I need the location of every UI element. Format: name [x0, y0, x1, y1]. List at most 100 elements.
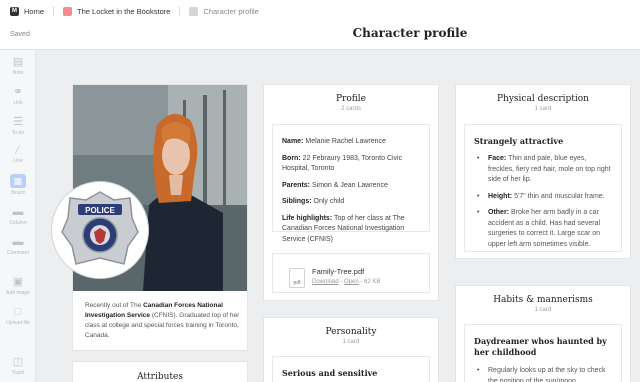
physical-column[interactable]: Physical description 1 card Strangely at…	[456, 85, 630, 258]
personality-heading: Serious and sensitive	[282, 368, 378, 378]
tool-line-label: Line	[13, 158, 23, 164]
link-icon: ⚭	[13, 86, 23, 98]
item-value: 5'7" thin and muscular frame.	[514, 192, 605, 200]
trash-icon: ◫	[12, 356, 24, 368]
physical-card[interactable]: Strangely attractive Face: Thin and pale…	[464, 124, 622, 252]
breadcrumb-page-label: Character profile	[203, 6, 259, 16]
profile-count: 2 cards	[341, 106, 361, 112]
field-value: Melanie Rachel Lawrence	[305, 138, 386, 145]
police-badge-art: POLICE	[61, 191, 139, 265]
home-icon: M	[10, 6, 19, 16]
tool-upload-file-label: Upload file	[6, 320, 30, 326]
todo-icon: ☰	[13, 116, 23, 128]
list-item: Regularly looks up at the sky to check t…	[474, 366, 612, 382]
item-label: Height:	[488, 192, 513, 200]
tool-trash-label: Trash	[11, 370, 25, 376]
tool-line[interactable]: ∕ Line	[0, 144, 36, 164]
profile-title: Profile	[336, 94, 366, 104]
column-icon: ▬	[12, 206, 24, 218]
habits-card[interactable]: Daydreamer whos haunted by her childhood…	[464, 324, 622, 382]
field-label: Siblings:	[282, 198, 312, 205]
field-value: Only child	[313, 198, 345, 205]
board-color-icon	[63, 6, 73, 16]
habits-title: Habits & mannerisms	[493, 295, 593, 305]
profile-card[interactable]: Name: Melanie Rachel Lawrence Born: 22 F…	[272, 124, 430, 243]
list-item: Other: Broke her arm badly in a car acci…	[474, 208, 612, 250]
upload-icon: □	[14, 306, 22, 318]
caption-text: Recently out of The	[85, 302, 144, 309]
tool-column[interactable]: ▬ Column	[0, 206, 36, 226]
personality-title: Personality	[325, 327, 377, 337]
list-item: Height: 5'7" thin and muscular frame.	[474, 192, 612, 203]
breadcrumb-divider	[179, 6, 181, 16]
tool-link[interactable]: ⚭ Link	[0, 86, 36, 106]
item-label: Other:	[488, 209, 509, 216]
habits-heading: Daydreamer whos haunted by her childhood	[474, 336, 607, 357]
breadcrumb-divider	[53, 6, 55, 16]
tool-comment[interactable]: ▬ Comment	[0, 236, 36, 256]
physical-list: Face: Thin and pale, blue eyes, freckles…	[474, 154, 612, 250]
tool-note[interactable]: ▤ Note	[0, 56, 36, 76]
tool-add-image[interactable]: ▣ Add image	[0, 276, 36, 296]
habits-list: Regularly looks up at the sky to check t…	[474, 366, 612, 382]
file-size: - 62 KB	[358, 279, 381, 285]
field-life-highlights: Life highlights: Top of her class at The…	[282, 214, 420, 246]
item-value: Thin and pale, blue eyes, freckles, fier…	[488, 155, 611, 183]
profile-column[interactable]: Profile 2 cards Name: Melanie Rachel Law…	[264, 85, 438, 300]
badge-text: POLICE	[85, 206, 115, 215]
tool-comment-label: Comment	[7, 250, 29, 256]
tool-note-label: Note	[12, 70, 24, 76]
download-link[interactable]: Download	[312, 279, 339, 285]
image-icon: ▣	[12, 276, 24, 288]
field-label: Born:	[282, 154, 301, 162]
breadcrumb-home-label: Home	[24, 6, 45, 16]
physical-count: 1 card	[534, 106, 552, 112]
breadcrumb-home[interactable]: M Home	[10, 6, 45, 16]
note-icon: ▤	[12, 56, 24, 68]
attributes-card[interactable]: Attributes	[73, 362, 247, 382]
page-title[interactable]: Character profile	[0, 26, 640, 40]
file-card[interactable]: pdf Family-Tree.pdf Download - Open - 62…	[272, 253, 430, 293]
field-parents: Parents: Simon & Jean Lawrence	[282, 181, 420, 192]
habits-count: 1 card	[534, 307, 552, 313]
top-bar: M Home The Locket in the Bookstore Chara…	[0, 0, 640, 50]
item-value: Regularly looks up at the sky to check t…	[488, 367, 606, 382]
tool-board-label: Board	[11, 190, 25, 196]
file-name[interactable]: Family-Tree.pdf	[312, 267, 364, 276]
breadcrumb-board-label: The Locket in the Bookstore	[77, 6, 171, 16]
personality-column[interactable]: Personality 1 card Serious and sensitive	[264, 318, 438, 382]
line-icon: ∕	[17, 144, 19, 156]
left-toolbar: ▤ Note ⚭ Link ☰ To-do ∕ Line ▦ Board ▬ C…	[0, 50, 36, 382]
field-label: Life highlights:	[282, 214, 333, 222]
image-caption: Recently out of The Canadian Forces Nati…	[85, 301, 245, 341]
board-icon: ▦	[10, 174, 26, 188]
field-value: 22 Febraury 1983, Toronto Civic Hospital…	[282, 154, 403, 173]
tool-column-label: Column	[9, 220, 27, 226]
breadcrumb: M Home The Locket in the Bookstore Chara…	[10, 6, 259, 16]
tool-upload-file[interactable]: □ Upload file	[0, 306, 36, 326]
physical-heading: Strangely attractive	[474, 136, 564, 146]
open-link[interactable]: Open	[344, 279, 359, 285]
comment-icon: ▬	[12, 236, 24, 248]
tool-board[interactable]: ▦ Board	[0, 174, 36, 196]
personality-count: 1 card	[342, 339, 360, 345]
field-born: Born: 22 Febraury 1983, Toronto Civic Ho…	[282, 154, 420, 175]
field-name: Name: Melanie Rachel Lawrence	[282, 137, 420, 148]
breadcrumb-board[interactable]: The Locket in the Bookstore	[63, 6, 171, 16]
tool-trash[interactable]: ◫ Trash	[0, 356, 36, 376]
field-siblings: Siblings: Only child	[282, 197, 420, 208]
file-meta: Download - Open - 62 KB	[312, 279, 380, 285]
physical-title: Physical description	[497, 94, 589, 104]
tool-todo[interactable]: ☰ To-do	[0, 116, 36, 136]
field-value: Simon & Jean Lawrence	[311, 181, 388, 189]
breadcrumb-page[interactable]: Character profile	[189, 6, 259, 16]
tool-link-label: Link	[13, 100, 23, 106]
police-badge-icon: POLICE	[52, 182, 148, 278]
pdf-file-icon: pdf	[289, 268, 305, 288]
field-label: Name:	[282, 138, 304, 145]
field-label: Parents:	[282, 181, 311, 189]
tool-todo-label: To-do	[11, 130, 25, 136]
list-item: Face: Thin and pale, blue eyes, freckles…	[474, 154, 612, 186]
personality-card[interactable]: Serious and sensitive	[272, 356, 430, 382]
habits-column[interactable]: Habits & mannerisms 1 card Daydreamer wh…	[456, 286, 630, 382]
